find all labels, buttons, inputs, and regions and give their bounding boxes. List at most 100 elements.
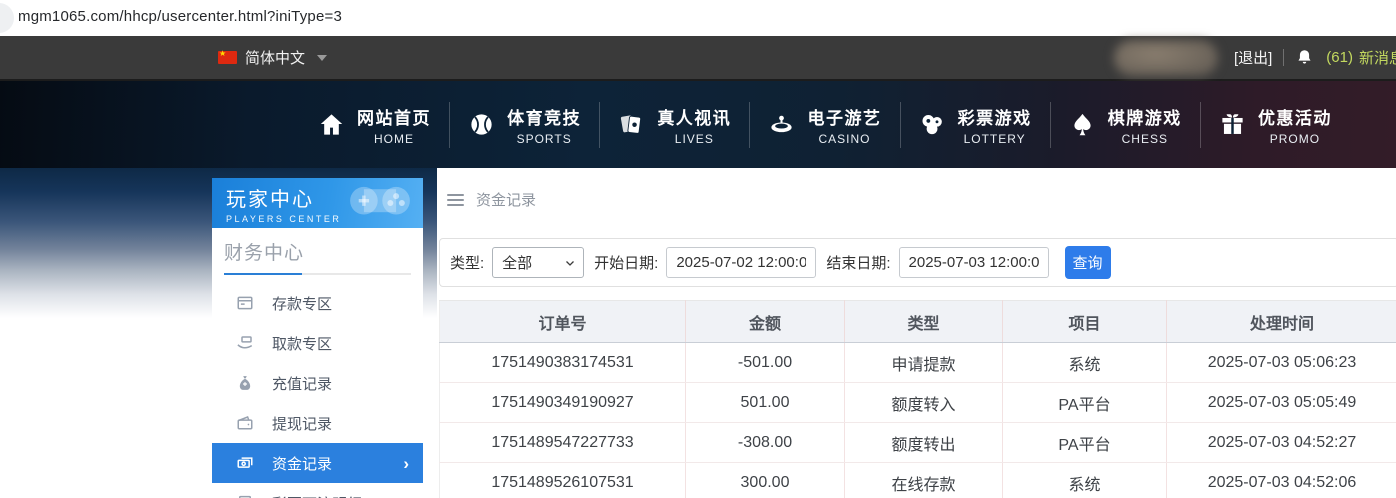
- table-cell: 2025-07-03 05:06:23: [1166, 342, 1396, 383]
- type-select-value: 全部: [502, 255, 533, 272]
- nav-label-en: LOTTERY: [963, 131, 1026, 146]
- basketball-icon: [468, 111, 495, 138]
- nav-label-zh: 电子游艺: [807, 108, 882, 128]
- table-row: 1751489526107531 300.00 在线存款 系统 2025-07-03 0…: [439, 462, 1396, 498]
- sidebar-item-recharge-record[interactable]: 充值记录: [212, 363, 423, 403]
- filter-bar: 类型: 全部 开始日期: 结束日期: 查询: [439, 238, 1396, 287]
- type-label: 类型:: [450, 255, 485, 272]
- nav-label-zh: 棋牌游戏: [1107, 108, 1182, 128]
- main-content: 资金记录 类型: 全部 开始日期: 结束日期: 查询 订单号金额类型项目处理时间…: [437, 168, 1396, 498]
- sidebar-menu: 存款专区取款专区充值记录提现记录资金记录 › 彩票下注明细: [212, 283, 423, 498]
- nav-item-sports[interactable]: 体育竞技 SPORTS: [468, 104, 581, 146]
- main-navbar: 网站首页 HOME 体育竞技 SPORTS 真人视讯 LIVES 电子游艺 CASINO 彩票游…: [0, 81, 1396, 168]
- lottery-balls-icon: [919, 111, 946, 138]
- table-cell: 系统: [1002, 342, 1167, 383]
- sidebar-item-label: 提现记录: [272, 415, 333, 433]
- nav-item-home[interactable]: 网站首页 HOME: [318, 104, 431, 146]
- nav-item-casino[interactable]: 电子游艺 CASINO: [768, 104, 881, 146]
- sidebar: 玩家中心 PLAYERS CENTER 财务中心 存款专区 取款专区 充值记录 提现记…: [212, 178, 423, 498]
- sidebar-item-funds-record[interactable]: 资金记录 ›: [212, 443, 423, 483]
- main-nav: 网站首页 HOME 体育竞技 SPORTS 真人视讯 LIVES 电子游艺 CASINO 彩票游…: [318, 81, 1332, 168]
- chevron-right-icon: ›: [403, 453, 409, 473]
- bell-icon[interactable]: [1295, 48, 1314, 67]
- topbar-divider: [1283, 49, 1285, 66]
- table-cell: 在线存款: [844, 462, 1003, 498]
- roulette-icon: [768, 111, 795, 138]
- start-date-input[interactable]: [666, 247, 817, 278]
- table-body: 1751490383174531 -501.00 申请提款 系统 2025-07-03 …: [439, 342, 1396, 498]
- end-date-input[interactable]: [898, 247, 1049, 278]
- user-account-blur[interactable]: [1113, 39, 1218, 76]
- search-button[interactable]: 查询: [1064, 246, 1111, 279]
- spade-icon: [1069, 111, 1096, 138]
- sidebar-item-withdrawal-record[interactable]: 提现记录: [212, 403, 423, 443]
- end-date-label: 结束日期:: [826, 255, 891, 272]
- nav-label-en: LIVES: [674, 131, 714, 146]
- table-header-row: 订单号 金额 类型 项目 处理时间: [439, 300, 1396, 343]
- nav-label-en: CASINO: [818, 131, 871, 146]
- message-count[interactable]: (61): [1326, 49, 1353, 66]
- table-cell: PA平台: [1002, 382, 1167, 423]
- table-row: 1751490349190927 501.00 额度转入 PA平台 2025-07-03…: [439, 382, 1396, 423]
- address-bar[interactable]: mgm1065.com/hhcp/usercenter.html?iniType…: [0, 0, 1396, 36]
- china-flag-icon: ★: [218, 49, 237, 64]
- column-header: 项目: [1002, 300, 1167, 343]
- sidebar-item-label: 存款专区: [272, 295, 333, 313]
- table-cell: 1751490349190927: [439, 382, 686, 423]
- sidebar-item-withdraw-zone[interactable]: 取款专区: [212, 323, 423, 363]
- type-select[interactable]: 全部: [492, 247, 585, 278]
- account-topbar: ★ 简体中文 [退出] (61) 新消息: [0, 36, 1396, 81]
- language-label: 简体中文: [245, 50, 306, 67]
- nav-divider: [1049, 101, 1051, 148]
- nav-divider: [449, 101, 451, 148]
- nav-label-en: SPORTS: [516, 131, 572, 146]
- nav-divider: [1199, 101, 1201, 148]
- table-cell: 2025-07-03 04:52:06: [1166, 462, 1396, 498]
- finance-section: 财务中心: [212, 228, 423, 275]
- logout-link[interactable]: [退出]: [1234, 47, 1272, 68]
- nav-label-zh: 优惠活动: [1257, 108, 1332, 128]
- home-icon: [318, 111, 345, 138]
- nav-label-zh: 彩票游戏: [957, 108, 1032, 128]
- url-pill-edge: [0, 3, 14, 33]
- message-label[interactable]: 新消息: [1359, 47, 1396, 68]
- table-row: 1751490383174531 -501.00 申请提款 系统 2025-07-03 …: [439, 342, 1396, 383]
- table-cell: 1751490383174531: [439, 342, 686, 383]
- table-cell: 1751489526107531: [439, 462, 686, 498]
- nav-item-lottery[interactable]: 彩票游戏 LOTTERY: [919, 104, 1032, 146]
- deposit-card-icon: [236, 294, 254, 312]
- nav-item-chess[interactable]: 棋牌游戏 CHESS: [1069, 104, 1182, 146]
- column-header: 金额: [685, 300, 845, 343]
- table-cell: 300.00: [685, 462, 845, 498]
- hamburger-icon[interactable]: [447, 193, 464, 206]
- start-date-label: 开始日期:: [594, 255, 659, 272]
- column-header: 订单号: [439, 300, 686, 343]
- table-cell: 2025-07-03 04:52:27: [1166, 422, 1396, 463]
- nav-label-en: CHESS: [1121, 131, 1168, 146]
- nav-item-promo[interactable]: 优惠活动 PROMO: [1219, 104, 1332, 146]
- cards-icon: [618, 111, 645, 138]
- table-cell: 501.00: [685, 382, 845, 423]
- table-cell: -501.00: [685, 342, 845, 383]
- table-cell: 系统: [1002, 462, 1167, 498]
- finance-section-title: 财务中心: [224, 243, 305, 264]
- gamepad-icon: [341, 180, 419, 226]
- nav-label-en: PROMO: [1269, 131, 1321, 146]
- chevron-down-icon: [564, 257, 576, 269]
- section-underline: [224, 273, 411, 275]
- sidebar-item-label: 取款专区: [272, 335, 333, 353]
- nav-divider: [599, 101, 601, 148]
- sidebar-item-lottery-bet-detail[interactable]: 彩票下注明细: [212, 483, 423, 498]
- sidebar-item-deposit-zone[interactable]: 存款专区: [212, 283, 423, 323]
- column-header: 处理时间: [1166, 300, 1396, 343]
- nav-label-en: HOME: [374, 131, 414, 146]
- sidebar-item-label: 充值记录: [272, 375, 333, 393]
- language-selector[interactable]: ★ 简体中文: [218, 47, 328, 68]
- nav-divider: [899, 101, 901, 148]
- table-cell: 额度转入: [844, 382, 1003, 423]
- table-row: 1751489547227733 -308.00 额度转出 PA平台 2025-07-0…: [439, 422, 1396, 463]
- nav-item-lives[interactable]: 真人视讯 LIVES: [618, 104, 731, 146]
- sidebar-item-label: 彩票下注明细: [272, 493, 362, 498]
- table-cell: 2025-07-03 05:05:49: [1166, 382, 1396, 423]
- table-cell: 额度转出: [844, 422, 1003, 463]
